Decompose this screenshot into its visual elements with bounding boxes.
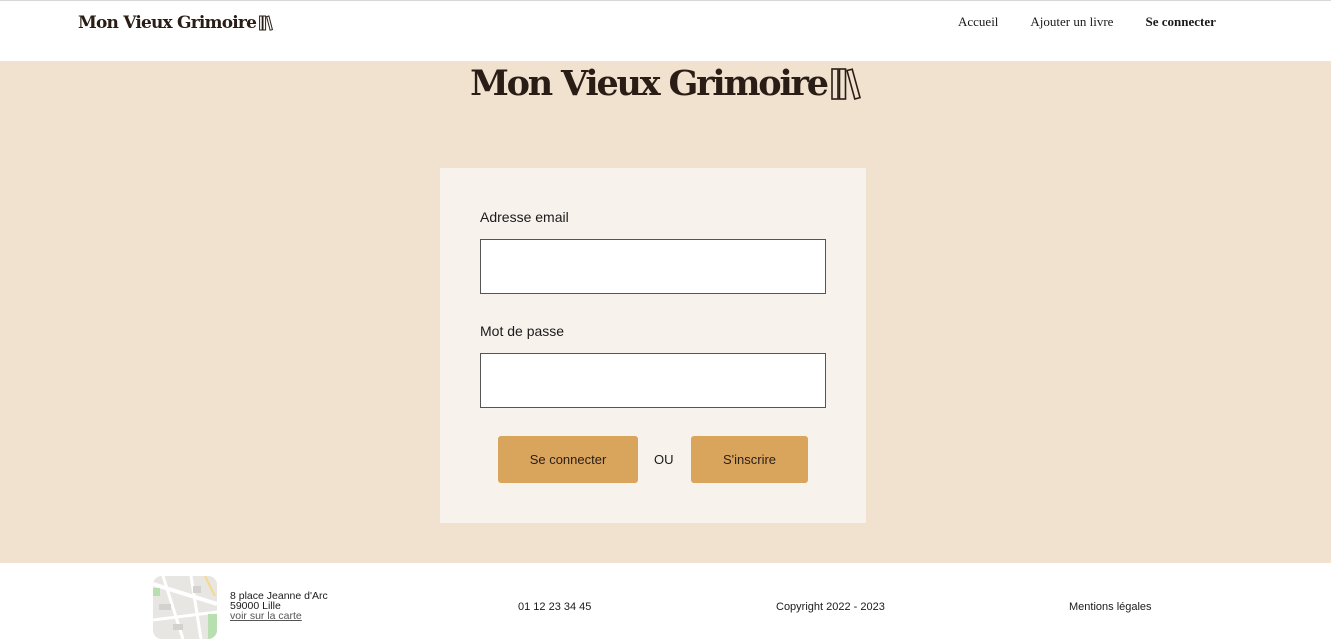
main-content: Mon Vieux Grimoire Adresse email Mot de … <box>0 61 1331 563</box>
signup-button[interactable]: S'inscrire <box>691 436 808 483</box>
main-nav: Accueil Ajouter un livre Se connecter <box>958 14 1216 30</box>
email-label: Adresse email <box>480 209 569 225</box>
login-card: Adresse email Mot de passe Se connecter … <box>440 168 866 523</box>
nav-link-add-book[interactable]: Ajouter un livre <box>1030 14 1113 30</box>
login-button[interactable]: Se connecter <box>498 436 638 483</box>
header-logo[interactable]: Mon Vieux Grimoire <box>78 13 274 33</box>
password-label: Mot de passe <box>480 323 565 339</box>
nav-link-home[interactable]: Accueil <box>958 14 998 30</box>
page: Mon Vieux Grimoire Accueil Ajouter un li… <box>0 0 1331 639</box>
page-logo: Mon Vieux Grimoire <box>0 63 1331 104</box>
header: Mon Vieux Grimoire Accueil Ajouter un li… <box>0 0 1331 61</box>
footer: 8 place Jeanne d'Arc 59000 Lille voir su… <box>0 563 1331 639</box>
nav-link-login[interactable]: Se connecter <box>1145 14 1215 30</box>
phone-number: 01 12 23 34 45 <box>518 601 592 613</box>
map-thumbnail[interactable] <box>153 576 217 639</box>
map-link[interactable]: voir sur la carte <box>230 610 302 622</box>
or-separator: OU <box>654 452 674 467</box>
password-input[interactable] <box>480 353 826 408</box>
legal-mentions-link[interactable]: Mentions légales <box>1069 601 1152 613</box>
copyright-text: Copyright 2022 - 2023 <box>776 601 885 613</box>
map-icon <box>153 576 217 639</box>
page-logo-text: Mon Vieux Grimoire <box>470 63 829 104</box>
books-icon <box>259 15 274 31</box>
books-icon <box>831 67 861 100</box>
email-input[interactable] <box>480 239 826 294</box>
address-block: 8 place Jeanne d'Arc 59000 Lille voir su… <box>230 591 328 622</box>
header-logo-text: Mon Vieux Grimoire <box>78 13 257 33</box>
